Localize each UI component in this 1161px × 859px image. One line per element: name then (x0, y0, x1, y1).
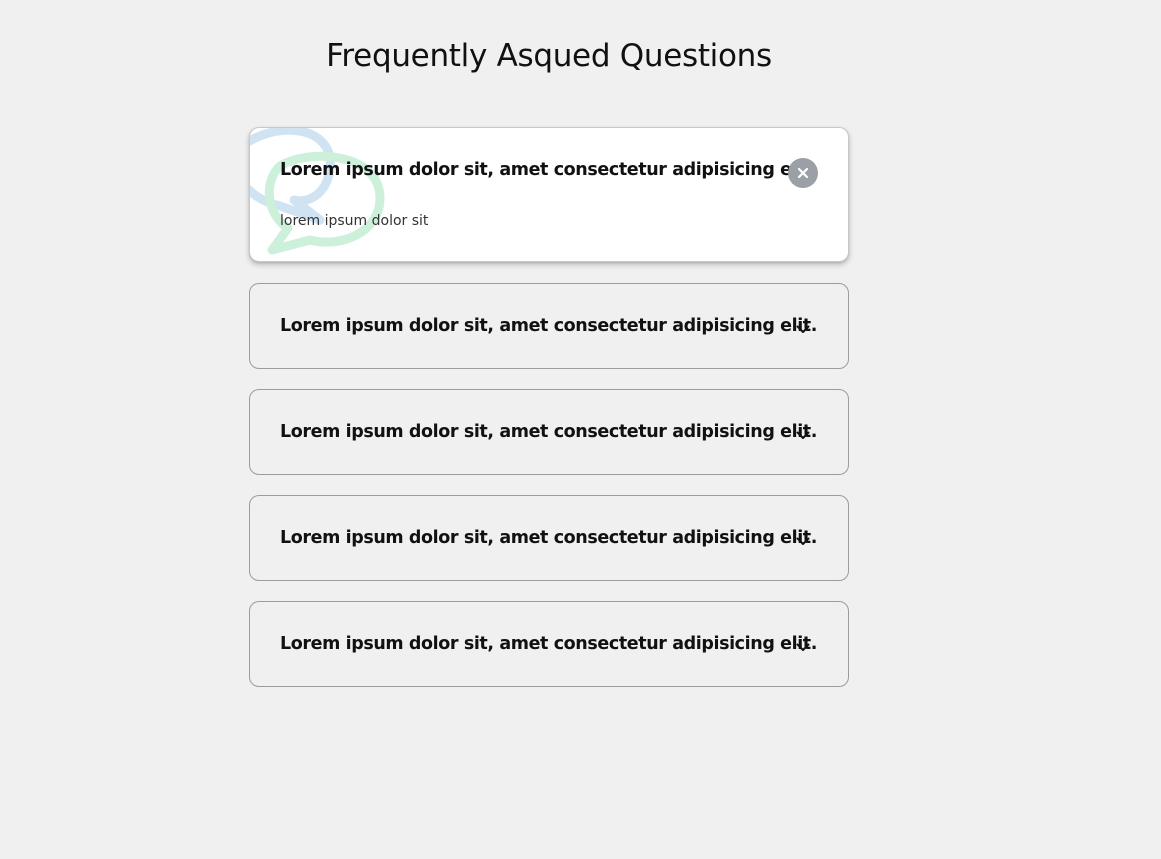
faq-page: Frequently Asqued Questions Lorem ipsum … (0, 0, 1161, 859)
expand-button[interactable] (788, 314, 818, 344)
chevron-down-icon (796, 643, 810, 651)
faq-item[interactable]: Lorem ipsum dolor sit, amet consectetur … (249, 127, 849, 262)
faq-question: Lorem ipsum dolor sit, amet consectetur … (280, 316, 818, 336)
page-title: Frequently Asqued Questions (326, 38, 772, 74)
chevron-down-icon (796, 325, 810, 333)
chevron-down-icon (796, 537, 810, 545)
faq-item[interactable]: Lorem ipsum dolor sit, amet consectetur … (249, 495, 849, 581)
faq-question: Lorem ipsum dolor sit, amet consectetur … (280, 422, 818, 442)
close-icon (797, 167, 809, 179)
chat-bubbles-icon (250, 128, 385, 255)
faq-question: Lorem ipsum dolor sit, amet consectetur … (280, 160, 818, 180)
faq-question: Lorem ipsum dolor sit, amet consectetur … (280, 528, 818, 548)
faq-item[interactable]: Lorem ipsum dolor sit, amet consectetur … (249, 283, 849, 369)
close-button[interactable] (788, 158, 818, 188)
faq-question: Lorem ipsum dolor sit, amet consectetur … (280, 634, 818, 654)
chevron-down-icon (796, 431, 810, 439)
faq-item[interactable]: Lorem ipsum dolor sit, amet consectetur … (249, 601, 849, 687)
faq-item[interactable]: Lorem ipsum dolor sit, amet consectetur … (249, 389, 849, 475)
expand-button[interactable] (788, 632, 818, 662)
faq-answer: lorem ipsum dolor sit (280, 213, 429, 229)
expand-button[interactable] (788, 420, 818, 450)
expand-button[interactable] (788, 526, 818, 556)
